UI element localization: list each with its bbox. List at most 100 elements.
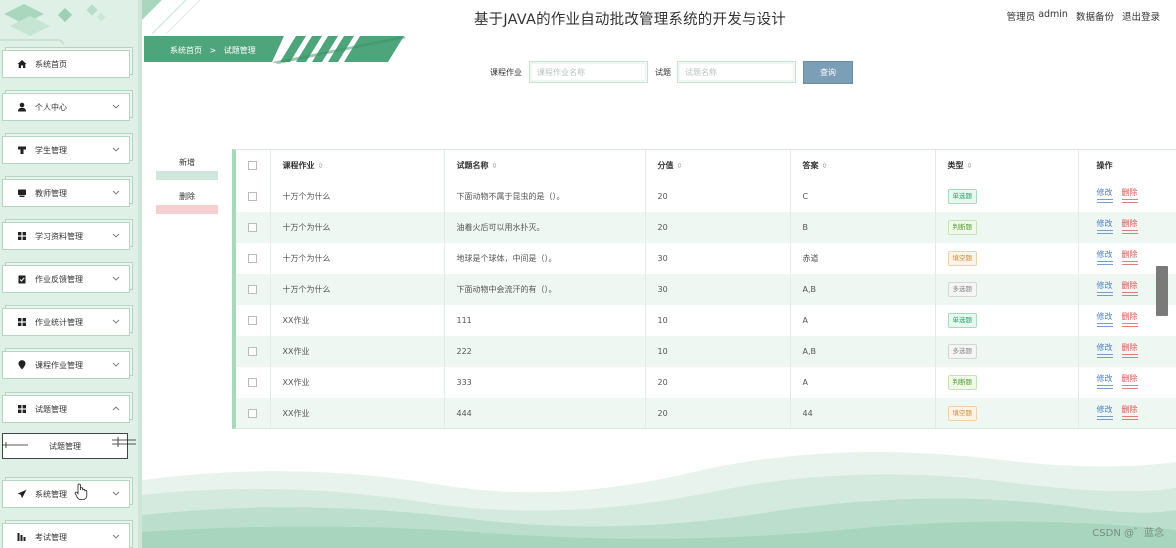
delete-button[interactable]: 删除 xyxy=(156,191,218,214)
cell-operations: 修改 删除 xyxy=(1078,336,1176,367)
delete-link[interactable]: 删除 xyxy=(1121,280,1138,296)
sidebar-item-system[interactable]: 系统管理 xyxy=(2,480,130,508)
type-badge: 多选题 xyxy=(947,282,977,297)
user-role: 管理员 xyxy=(1006,12,1036,23)
sidebar-item-label: 系统管理 xyxy=(35,489,67,499)
add-button[interactable]: 新增 xyxy=(156,157,218,180)
chevron-down-icon xyxy=(112,147,120,152)
table-row: 十万个为什么 油着火后可以用水扑灭。 20 B 判断题 修改 删除 xyxy=(236,212,1176,243)
sidebar-item-home[interactable]: 系统首页 xyxy=(2,50,130,78)
search-button[interactable]: 查询 xyxy=(803,61,853,84)
edit-link[interactable]: 修改 xyxy=(1096,280,1113,296)
chevron-down-icon xyxy=(112,319,120,324)
column-header-name[interactable]: 试题名称 ⇳ xyxy=(444,150,646,181)
edit-link[interactable]: 修改 xyxy=(1096,311,1113,327)
delete-link[interactable]: 删除 xyxy=(1121,373,1138,389)
chevron-down-icon xyxy=(112,534,120,539)
delete-link[interactable]: 删除 xyxy=(1121,342,1138,358)
row-select-cell xyxy=(236,181,271,212)
select-all-checkbox[interactable] xyxy=(248,161,258,170)
delete-link[interactable]: 删除 xyxy=(1121,187,1138,203)
sidebar-item-study-materials[interactable]: 学习资料管理 xyxy=(2,222,130,250)
table-header-row: 课程作业 ⇳ 试题名称 ⇳ 分值 ⇳ 答案 ⇳ 类型 ⇳ 操作 xyxy=(236,150,1176,181)
edit-link[interactable]: 修改 xyxy=(1096,187,1113,203)
edit-link[interactable]: 修改 xyxy=(1096,404,1113,420)
table-body: 十万个为什么 下面动物不属于昆虫的是（）。 20 C 单选题 修改 删除 十万个为什么 油着火后… xyxy=(236,181,1176,428)
sidebar-item-course-homework[interactable]: 课程作业管理 xyxy=(2,351,130,379)
sidebar-item-teachers[interactable]: 教师管理 xyxy=(2,179,130,207)
cell-course: 十万个为什么 xyxy=(270,243,445,274)
breadcrumb-home[interactable]: 系统首页 xyxy=(170,46,202,55)
add-button-bar xyxy=(156,171,218,180)
edit-link[interactable]: 修改 xyxy=(1096,218,1113,234)
row-checkbox[interactable] xyxy=(248,285,258,294)
row-checkbox[interactable] xyxy=(248,347,258,356)
sidebar-item-feedback[interactable]: 作业反馈管理 xyxy=(2,265,130,293)
cell-type: 多选题 xyxy=(935,274,1079,305)
breadcrumb-separator: > xyxy=(209,46,217,55)
edit-link[interactable]: 修改 xyxy=(1096,342,1113,358)
sidebar-item-label: 作业统计管理 xyxy=(35,317,83,327)
sidebar-item-questions[interactable]: 试题管理 xyxy=(2,395,130,423)
hand-cursor-icon xyxy=(74,483,88,500)
cell-question-name: 下面动物中会流汗的有（）。 xyxy=(444,274,646,305)
logo-decoration xyxy=(0,0,142,48)
row-checkbox[interactable] xyxy=(248,254,258,263)
course-search-input[interactable] xyxy=(529,61,648,83)
submenu-item-label: 试题管理 xyxy=(49,441,81,451)
row-checkbox[interactable] xyxy=(248,192,258,201)
column-header-course[interactable]: 课程作业 ⇳ xyxy=(270,150,445,181)
column-header-label: 答案 xyxy=(802,161,819,170)
student-icon xyxy=(17,145,27,155)
row-checkbox[interactable] xyxy=(248,316,258,325)
clipboard-icon xyxy=(17,274,27,284)
page-scrollbar-thumb[interactable] xyxy=(1156,266,1168,316)
edit-link[interactable]: 修改 xyxy=(1096,373,1113,389)
cell-course: 十万个为什么 xyxy=(270,274,445,305)
sidebar-item-statistics[interactable]: 作业统计管理 xyxy=(2,308,130,336)
table-row: 十万个为什么 下面动物不属于昆虫的是（）。 20 C 单选题 修改 删除 xyxy=(236,181,1176,212)
cell-course: 十万个为什么 xyxy=(270,212,445,243)
table-row: 十万个为什么 下面动物中会流汗的有（）。 30 A,B 多选题 修改 删除 xyxy=(236,274,1176,305)
chevron-down-icon xyxy=(112,190,120,195)
chevron-down-icon xyxy=(112,362,120,367)
delete-link[interactable]: 删除 xyxy=(1121,249,1138,265)
chevron-up-icon xyxy=(112,406,120,411)
delete-link[interactable]: 删除 xyxy=(1121,404,1138,420)
send-icon xyxy=(17,489,27,499)
sort-icon: ⇳ xyxy=(676,162,683,170)
chevron-down-icon xyxy=(112,276,120,281)
column-header-answer[interactable]: 答案 ⇳ xyxy=(790,150,936,181)
type-badge: 单选题 xyxy=(947,189,977,204)
table-row: XX作业 444 20 44 填空题 修改 删除 xyxy=(236,398,1176,428)
cell-score: 20 xyxy=(645,367,791,398)
data-backup-link[interactable]: 数据备份 xyxy=(1076,9,1114,23)
column-header-label: 分值 xyxy=(657,161,674,170)
cell-score: 10 xyxy=(645,305,791,336)
row-checkbox[interactable] xyxy=(248,409,258,418)
sidebar-item-label: 系统首页 xyxy=(35,59,67,69)
cell-type: 判断题 xyxy=(935,367,1079,398)
select-all-header xyxy=(236,150,271,181)
delete-link[interactable]: 删除 xyxy=(1121,218,1138,234)
sidebar-item-students[interactable]: 学生管理 xyxy=(2,136,130,164)
column-header-type[interactable]: 类型 ⇳ xyxy=(935,150,1079,181)
sidebar-item-profile[interactable]: 个人中心 xyxy=(2,93,130,121)
row-select-cell xyxy=(236,367,271,398)
column-header-score[interactable]: 分值 ⇳ xyxy=(645,150,791,181)
add-button-label: 新增 xyxy=(179,158,195,167)
question-search-input[interactable] xyxy=(677,61,796,83)
edit-link[interactable]: 修改 xyxy=(1096,249,1113,265)
row-checkbox[interactable] xyxy=(248,378,258,387)
row-select-cell xyxy=(236,305,271,336)
sidebar-item-exams[interactable]: 考试管理 xyxy=(2,523,130,548)
cell-answer: 赤道 xyxy=(790,243,936,274)
delete-link[interactable]: 删除 xyxy=(1121,311,1138,327)
row-checkbox[interactable] xyxy=(248,223,258,232)
cell-course: XX作业 xyxy=(270,367,445,398)
logout-link[interactable]: 退出登录 xyxy=(1122,9,1160,23)
arrow-right-decoration-icon xyxy=(112,437,136,447)
cell-question-name: 111 xyxy=(444,305,646,336)
header-corner-decoration xyxy=(142,0,201,34)
user-icon xyxy=(17,102,27,112)
